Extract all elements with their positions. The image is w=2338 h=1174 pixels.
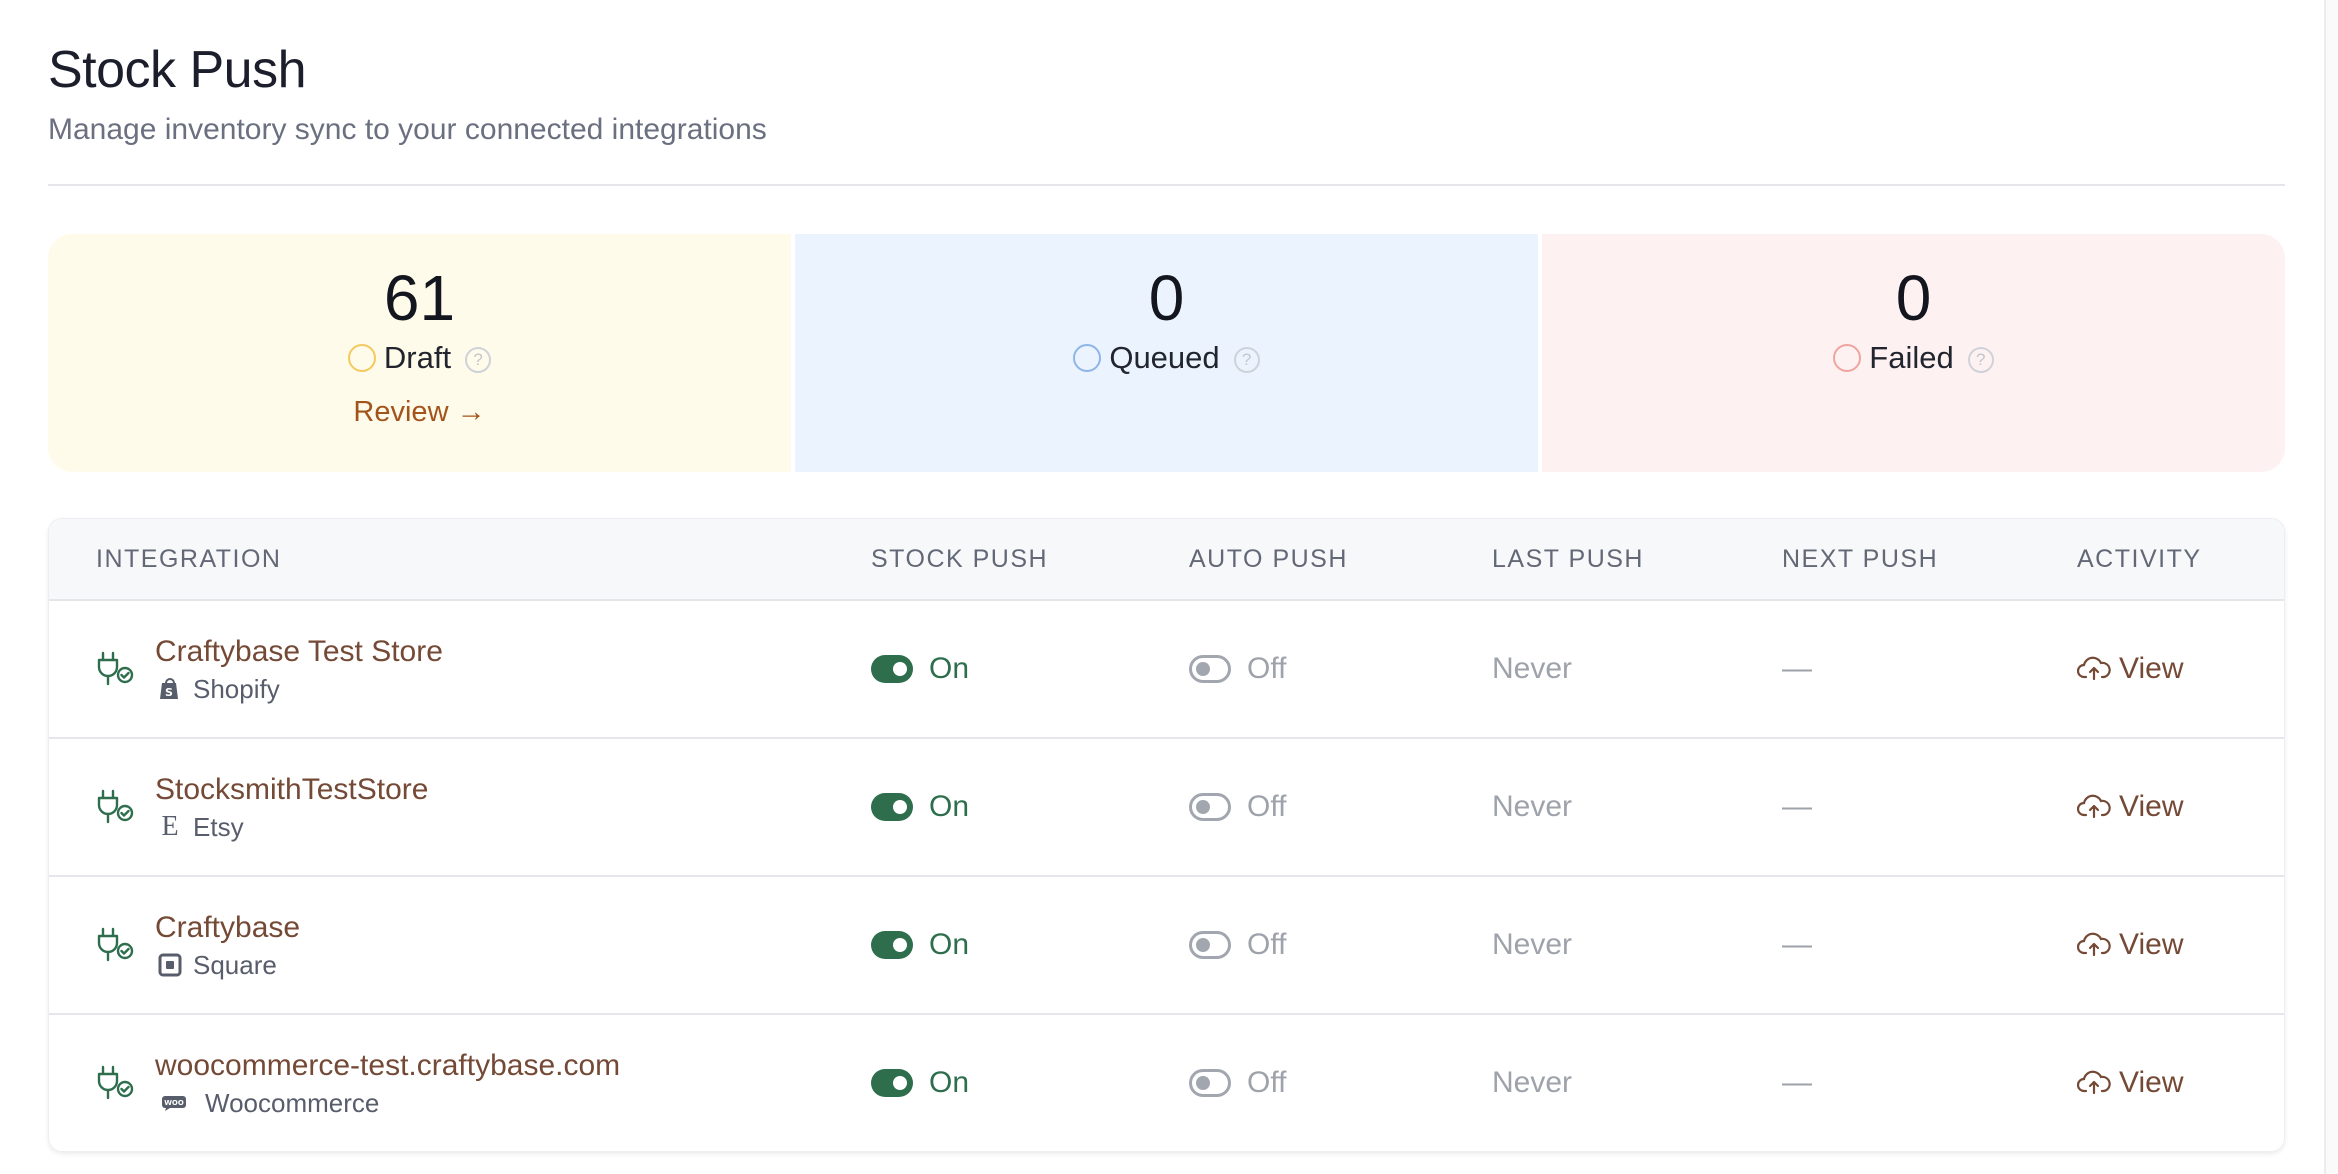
draft-status-icon [347,344,376,372]
stock-push-toggle[interactable]: On [871,1066,1189,1100]
column-header-activity: ACTIVITY [2077,544,2202,573]
draft-label: Draft [383,340,452,375]
stock-push-page: Stock Push Manage inventory sync to your… [0,0,2338,1174]
table-row: StocksmithTestStore E Etsy On Off Never … [49,739,2284,877]
svg-text:S: S [165,686,173,699]
review-drafts-link[interactable]: Review → [353,396,485,429]
table-row: Craftybase Test Store S Shopify On Off N… [49,601,2284,739]
failed-help-icon[interactable]: ? [1967,347,1994,373]
column-header-stock-push: STOCK PUSH [871,544,1049,573]
integration-name-link[interactable]: Craftybase [155,910,300,946]
column-header-next-push: NEXT PUSH [1782,544,1939,573]
last-push-value: Never [1492,652,1573,685]
failed-count: 0 [1895,262,1932,334]
integration-name-link[interactable]: StocksmithTestStore [155,772,428,808]
auto-push-toggle[interactable]: Off [1189,1066,1492,1100]
view-activity-link[interactable]: View [2077,790,2284,824]
page-scrollbar[interactable] [2324,0,2338,1174]
last-push-value: Never [1492,1066,1573,1099]
header-divider [48,184,2285,186]
view-activity-link[interactable]: View [2077,652,2284,686]
stock-push-toggle[interactable]: On [871,928,1189,962]
column-header-auto-push: AUTO PUSH [1189,544,1348,573]
draft-stat-card: 61 Draft ? Review → [48,234,791,472]
queued-stat-card: 0 Queued ? [795,234,1538,472]
integration-platform: Shopify [193,673,280,704]
cloud-upload-icon [2077,1070,2111,1095]
table-row: woocommerce-test.craftybase.com WOO Wooc… [49,1015,2284,1151]
cloud-upload-icon [2077,794,2111,819]
failed-stat-card: 0 Failed ? [1542,234,2285,472]
queued-count: 0 [1148,262,1185,334]
page-header: Stock Push Manage inventory sync to your… [48,0,2290,150]
table-row: Craftybase Square On Off Never — View [49,877,2284,1015]
integration-platform: Woocommerce [205,1087,380,1118]
last-push-value: Never [1492,790,1573,823]
integration-platform: Square [193,949,277,980]
next-push-value: — [1782,790,1812,823]
auto-push-toggle[interactable]: Off [1189,790,1492,824]
page-title: Stock Push [48,41,307,99]
column-header-last-push: LAST PUSH [1492,544,1644,573]
plug-connected-icon [97,789,134,824]
queued-status-icon [1073,344,1102,372]
view-activity-link[interactable]: View [2077,928,2284,962]
svg-text:WOO: WOO [164,1099,184,1107]
failed-status-icon [1833,344,1862,372]
integrations-table: INTEGRATION STOCK PUSH AUTO PUSH LAST PU… [48,518,2285,1152]
integration-name-link[interactable]: Craftybase Test Store [155,634,443,670]
view-activity-link[interactable]: View [2077,1066,2284,1100]
woocommerce-icon: WOO [155,1088,193,1118]
stock-push-toggle[interactable]: On [871,790,1189,824]
square-icon [155,950,185,980]
queued-help-icon[interactable]: ? [1233,347,1260,373]
auto-push-toggle[interactable]: Off [1189,652,1492,686]
failed-label: Failed [1869,340,1954,375]
next-push-value: — [1782,1066,1812,1099]
next-push-value: — [1782,652,1812,685]
column-header-integration: INTEGRATION [96,544,282,573]
plug-connected-icon [97,651,134,686]
shopify-icon: S [155,674,185,704]
integration-name-link[interactable]: woocommerce-test.craftybase.com [155,1048,620,1084]
plug-connected-icon [97,1065,134,1100]
integration-platform: Etsy [193,811,244,842]
etsy-icon: E [161,811,179,842]
table-header: INTEGRATION STOCK PUSH AUTO PUSH LAST PU… [49,519,2284,601]
cloud-upload-icon [2077,656,2111,681]
plug-connected-icon [97,927,134,962]
auto-push-toggle[interactable]: Off [1189,928,1492,962]
next-push-value: — [1782,928,1812,961]
stock-push-toggle[interactable]: On [871,652,1189,686]
cloud-upload-icon [2077,932,2111,957]
queued-label: Queued [1109,340,1220,375]
last-push-value: Never [1492,928,1573,961]
status-summary: 61 Draft ? Review → 0 Queued ? 0 Failed … [48,234,2285,472]
draft-help-icon[interactable]: ? [465,347,492,373]
draft-count: 61 [383,262,456,334]
page-subtitle: Manage inventory sync to your connected … [48,113,767,146]
